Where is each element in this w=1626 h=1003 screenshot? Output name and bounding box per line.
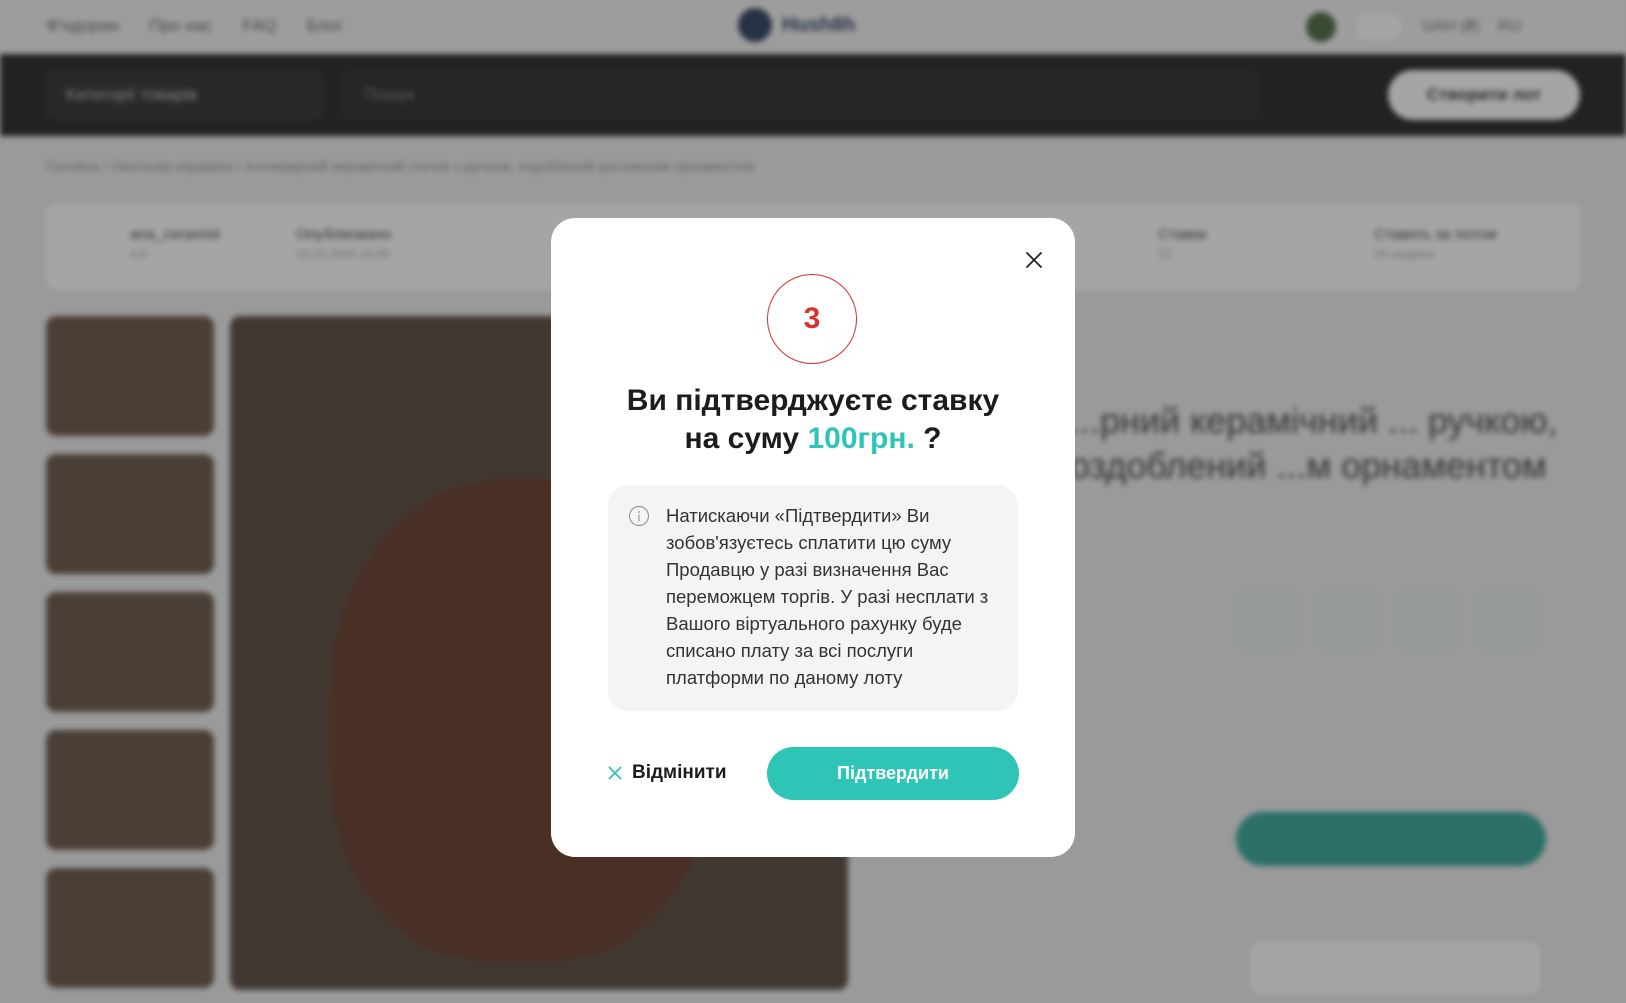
info-note-text: Натискаючи «Підтвердити» Ви зобов'язуєте…	[666, 505, 989, 688]
heading-line1: Ви підтверджуєте ставку	[626, 384, 1000, 417]
bid-amount: 100грн.	[807, 422, 915, 455]
heading-prefix: на суму	[684, 422, 800, 455]
info-icon	[628, 505, 650, 527]
confirm-label: Підтвердити	[837, 763, 949, 783]
x-icon	[608, 766, 622, 780]
close-icon	[1026, 252, 1042, 268]
heading-line2: на суму 100грн. ?	[551, 420, 1075, 458]
cancel-label: Відмінити	[632, 762, 727, 783]
step-number: 3	[803, 302, 821, 335]
step-counter: 3	[767, 274, 857, 364]
modal-heading: Ви підтверджуєте ставку на суму 100грн. …	[551, 382, 1075, 458]
close-button[interactable]	[1018, 244, 1050, 276]
confirm-button[interactable]: Підтвердити	[767, 747, 1019, 800]
heading-suffix: ?	[923, 422, 942, 455]
cancel-button[interactable]: Відмінити	[608, 758, 727, 788]
